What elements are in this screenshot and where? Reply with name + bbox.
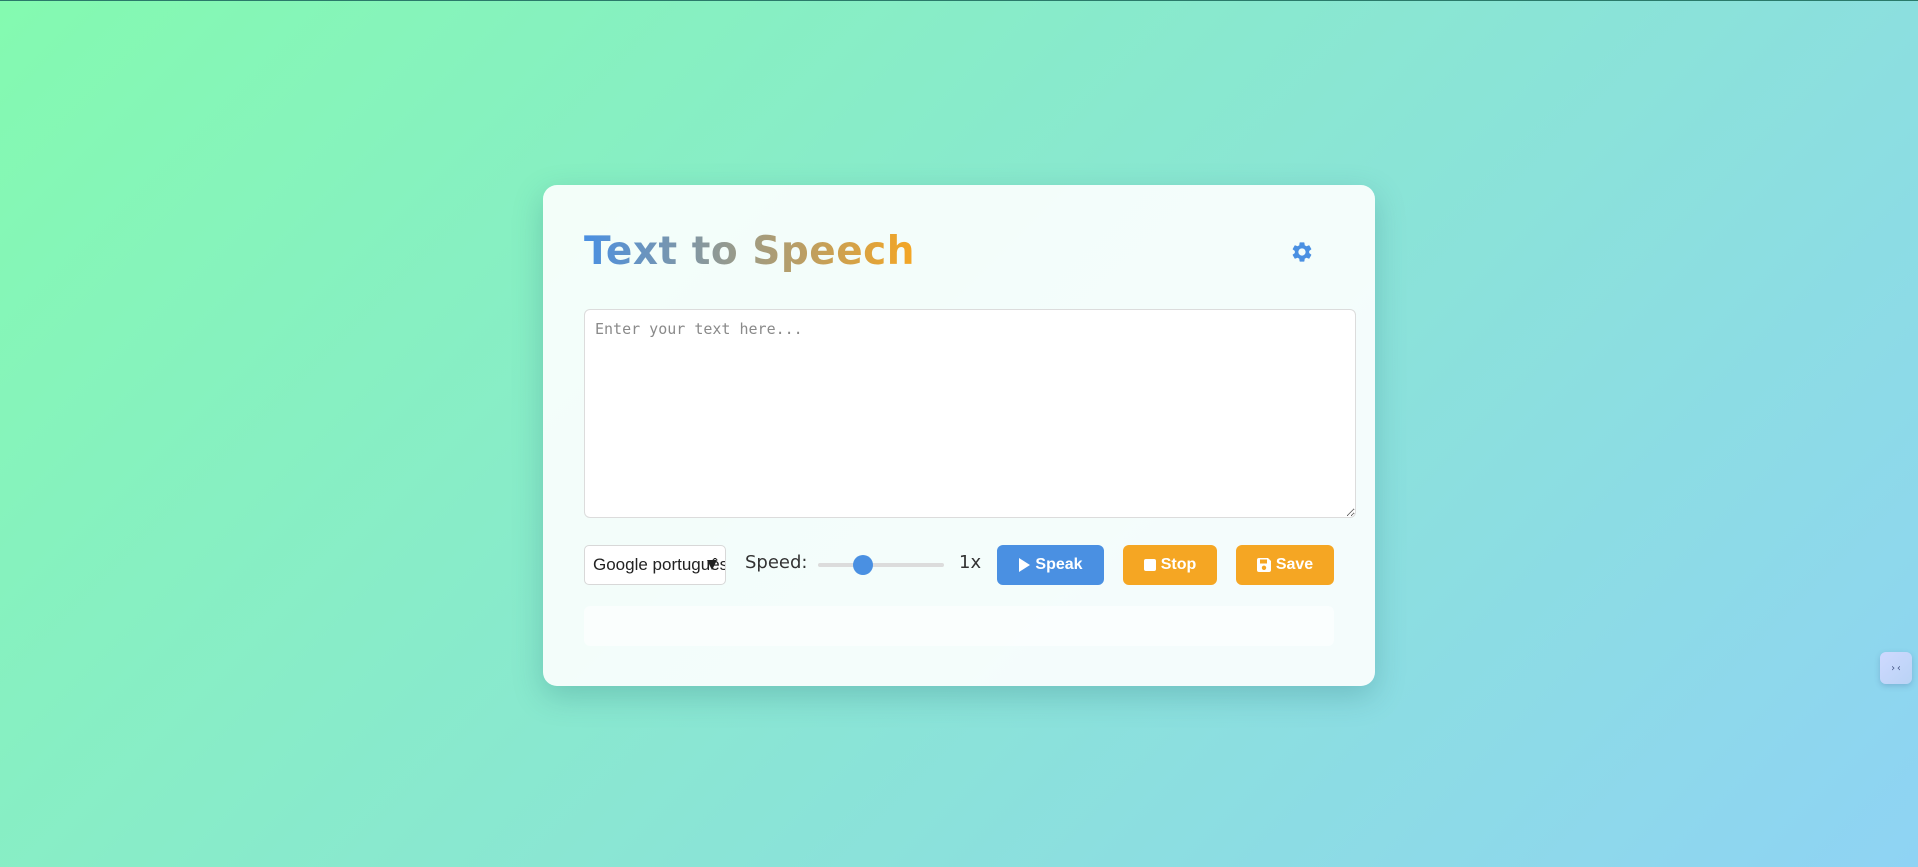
voice-select[interactable]: Google português bbox=[584, 545, 726, 585]
stop-icon bbox=[1143, 559, 1156, 571]
save-icon bbox=[1256, 558, 1271, 572]
speed-slider-thumb[interactable] bbox=[853, 555, 874, 575]
save-button[interactable]: Save bbox=[1236, 545, 1334, 585]
window-top-border bbox=[0, 0, 1918, 1]
save-button-label: Save bbox=[1275, 556, 1314, 573]
chevrons-icon[interactable]: ›‹ bbox=[1880, 652, 1912, 684]
tts-card: Text to Speech Google português Speed: 1… bbox=[543, 185, 1375, 686]
speak-button-label: Speak bbox=[1035, 556, 1083, 573]
page-title: Text to Speech bbox=[584, 229, 916, 274]
speed-label: Speed: bbox=[745, 552, 808, 573]
status-area bbox=[584, 606, 1334, 646]
chevron-down-icon bbox=[707, 560, 717, 570]
gear-icon bbox=[1292, 242, 1312, 262]
text-input[interactable] bbox=[584, 309, 1356, 518]
settings-button[interactable] bbox=[1287, 237, 1317, 267]
stop-button-label: Stop bbox=[1160, 556, 1197, 573]
speed-slider[interactable] bbox=[818, 555, 944, 575]
speed-slider-track bbox=[818, 563, 944, 567]
speak-button[interactable]: Speak bbox=[997, 545, 1104, 585]
speed-value: 1x bbox=[959, 552, 982, 573]
stop-button[interactable]: Stop bbox=[1123, 545, 1217, 585]
side-widget-glyph: ›‹ bbox=[1889, 662, 1903, 674]
controls-bar: Google português Speed: 1x Speak Stop Sa… bbox=[584, 544, 1364, 586]
play-icon bbox=[1019, 558, 1031, 572]
